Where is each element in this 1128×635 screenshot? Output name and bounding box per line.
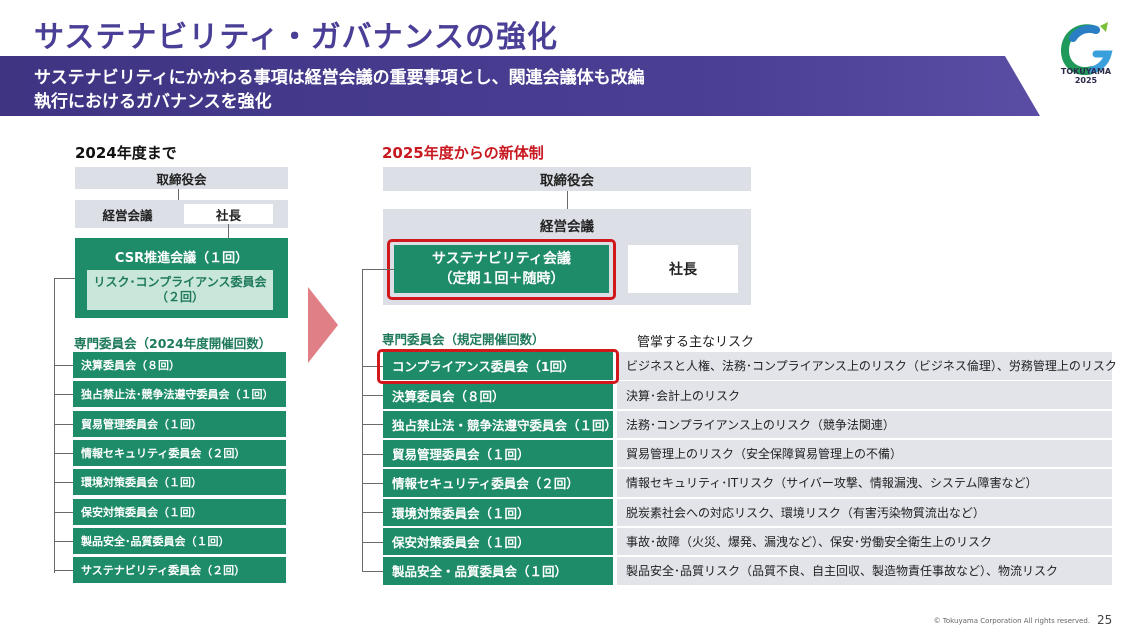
right-heading: 2025年度からの新体制	[382, 144, 544, 162]
left-committee-item: 情報セキュリティ委員会（２回）	[73, 439, 286, 466]
connector-line	[567, 191, 568, 209]
bracket-line	[362, 269, 363, 571]
bracket-tick	[362, 453, 383, 455]
bracket-tick	[362, 424, 383, 426]
bracket-tick	[362, 482, 383, 484]
left-president-box: 社長	[184, 204, 273, 224]
subtitle-banner: サステナビリティにかかわる事項は経営会議の重要事項とし、関連会議体も改編 執行に…	[0, 56, 1040, 116]
bracket-line	[54, 278, 75, 279]
right-mgmt-label: 経営会議	[540, 219, 594, 235]
page-number: 25	[1097, 613, 1113, 627]
risk-compliance-line1: リスク･コンプライアンス委員会	[93, 275, 267, 289]
right-president-box: 社長	[628, 245, 738, 293]
right-committee-item: 独占禁止法・競争法遵守委員会（１回）	[383, 410, 617, 439]
left-committee-item: 環境対策委員会（１回）	[73, 469, 286, 496]
left-committee-item: 保安対策委員会（１回）	[73, 498, 286, 525]
right-board-box: 取締役会	[383, 167, 751, 191]
connector-line	[228, 224, 229, 238]
highlight-frame	[387, 239, 616, 300]
risk-description: 決算･会計上のリスク	[617, 381, 1112, 409]
risk-description: ビジネスと人権、法務･コンプライアンス上のリスク（ビジネス倫理）、労務管理上のリ…	[617, 352, 1117, 380]
left-committee-item: 製品安全･品質委員会（１回）	[73, 527, 286, 554]
bracket-tick	[54, 570, 73, 572]
bracket-tick	[54, 423, 73, 425]
risk-description: 法務･コンプライアンス上のリスク（競争法関連）	[617, 410, 1112, 439]
risk-description: 脱炭素社会への対応リスク、環境リスク（有害汚染物質流出など）	[617, 498, 1112, 526]
left-committee-item: 決算委員会（８回）	[73, 352, 286, 378]
left-committee-item: 独占禁止法･競争法遵守委員会（１回）	[73, 381, 286, 408]
left-mgmt-label: 経営会議	[102, 207, 153, 223]
right-committee-item: 情報セキュリティ委員会（２回）	[383, 469, 613, 497]
risk-compliance-line2: （２回）	[155, 290, 204, 304]
bracket-tick	[54, 540, 73, 542]
bracket-line	[54, 278, 55, 573]
bracket-line	[362, 269, 394, 270]
connector-line	[178, 189, 179, 200]
logo-name: TOKUYAMA	[1060, 67, 1112, 76]
bracket-tick	[54, 394, 73, 396]
risk-column-header: 管掌する主なリスク	[637, 335, 755, 350]
logo-year: 2025	[1074, 76, 1098, 85]
right-committee-item: 製品安全・品質委員会（１回）	[383, 557, 613, 585]
right-committee-item: 保安対策委員会（１回）	[383, 527, 613, 556]
bracket-tick	[362, 395, 383, 397]
right-committee-item: 環境対策委員会（１回）	[383, 498, 613, 526]
risk-description: 貿易管理上のリスク（安全保障貿易管理上の不備）	[617, 439, 1112, 468]
left-committee-item: 貿易管理委員会（１回）	[73, 410, 286, 437]
bracket-tick	[54, 452, 73, 454]
right-section-label: 専門委員会（規定開催回数）	[382, 332, 545, 347]
csr-council-label: CSR推進会議（１回）	[114, 251, 249, 266]
risk-description: 事故･故障（火災、爆発、漏洩など）、保安･労働安全衛生上のリスク	[617, 527, 1112, 556]
left-board-box: 取締役会	[75, 167, 288, 189]
bracket-tick	[362, 541, 383, 543]
left-section-label: 専門委員会（2024年度開催回数）	[74, 336, 272, 351]
risk-compliance-committee-box: リスク･コンプライアンス委員会 （２回）	[87, 270, 273, 310]
left-committee-item: サステナビリティ委員会（２回）	[73, 557, 286, 584]
highlight-frame	[377, 349, 619, 384]
bracket-tick	[54, 511, 73, 513]
page-title: サステナビリティ・ガバナンスの強化	[34, 20, 558, 55]
risk-description: 製品安全･品質リスク（品質不良、自主回収、製造物責任事故など）、物流リスク	[617, 557, 1112, 585]
right-committee-item: 決算委員会（８回）	[383, 381, 613, 409]
risk-description: 情報セキュリティ･ITリスク（サイバー攻撃、情報漏洩、システム障害など）	[617, 469, 1112, 497]
left-heading: 2024年度まで	[75, 144, 177, 162]
bracket-tick	[54, 365, 73, 366]
transition-arrow-icon	[308, 287, 338, 363]
banner-line-1: サステナビリティにかかわる事項は経営会議の重要事項とし、関連会議体も改編	[34, 68, 645, 88]
bracket-tick	[54, 482, 73, 484]
bracket-tick	[362, 512, 383, 514]
copyright-footer: © Tokuyama Corporation All rights reserv…	[933, 617, 1090, 625]
bracket-tick	[362, 570, 383, 572]
banner-line-2: 執行におけるガバナンスを強化	[34, 92, 272, 112]
right-committee-item: 貿易管理委員会（１回）	[383, 439, 613, 468]
